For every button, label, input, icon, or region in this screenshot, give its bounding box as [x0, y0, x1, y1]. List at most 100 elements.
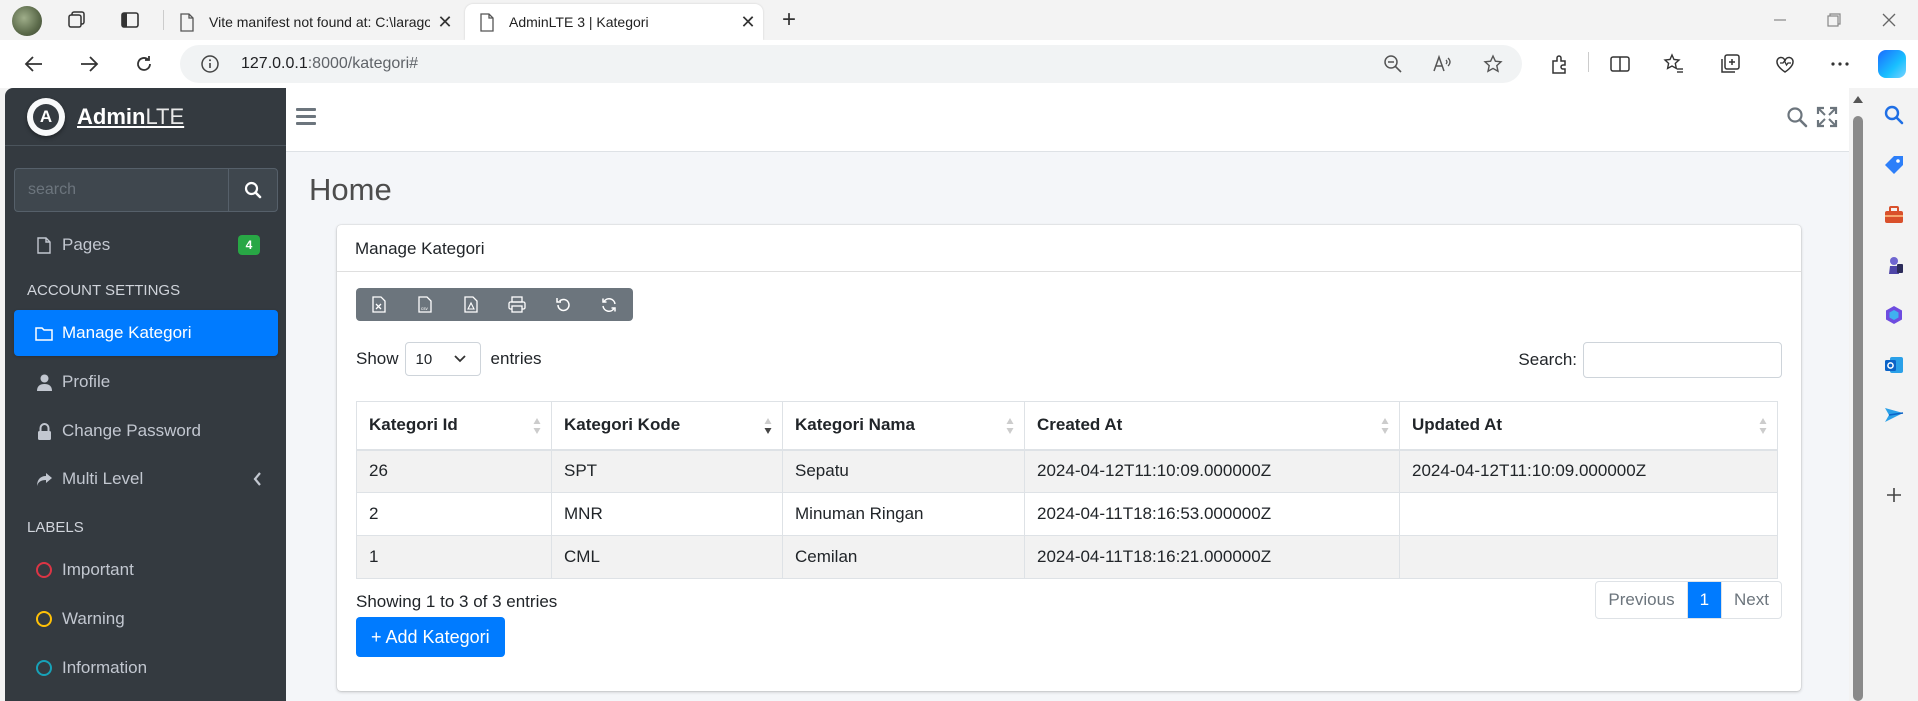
cell-updated-at — [1399, 535, 1778, 579]
extensions-icon[interactable] — [1548, 52, 1572, 76]
sidebar-item-label: Manage Kategori — [62, 323, 192, 342]
send-icon[interactable] — [1883, 404, 1905, 426]
entries-select[interactable]: 10 — [404, 342, 481, 376]
sidebar-search-input[interactable] — [14, 168, 228, 212]
sidebar-item-manage-kategori[interactable]: Manage Kategori — [14, 310, 278, 356]
sidebar-item-label: Pages — [62, 235, 111, 254]
sync-icon — [602, 297, 616, 312]
refresh-icon[interactable] — [132, 52, 156, 76]
sidebar-item-label: Important — [62, 560, 134, 579]
file-excel-icon — [372, 296, 386, 313]
close-tab-icon[interactable]: ✕ — [733, 12, 763, 33]
back-icon[interactable] — [22, 52, 46, 76]
cell-kategori-nama: Cemilan — [782, 535, 1025, 579]
circle-info-icon — [34, 660, 54, 676]
scrollbar-thumb[interactable] — [1853, 116, 1863, 701]
search-icon[interactable] — [1883, 104, 1905, 126]
read-aloud-icon[interactable] — [1432, 54, 1452, 74]
restore-icon[interactable] — [1822, 8, 1846, 32]
sort-icon — [533, 418, 541, 434]
favorite-star-icon[interactable] — [1483, 54, 1503, 74]
reload-button[interactable] — [586, 288, 632, 321]
brand-link[interactable]: A AdminLTE — [5, 88, 286, 146]
close-window-icon[interactable] — [1877, 8, 1901, 32]
sidebar-item-profile[interactable]: Profile — [14, 359, 278, 405]
previous-page-button[interactable]: Previous — [1596, 582, 1688, 618]
copilot-icon[interactable] — [1878, 50, 1906, 78]
table-row[interactable]: 1 CML Cemilan 2024-04-11T18:16:21.000000… — [356, 535, 1778, 579]
zoom-out-icon[interactable] — [1383, 54, 1403, 74]
cell-kategori-id: 1 — [356, 535, 552, 579]
search-icon — [244, 181, 262, 199]
tab-adminlte-kategori[interactable]: AdminLTE 3 | Kategori ✕ — [465, 4, 763, 40]
new-tab-icon[interactable]: + — [778, 6, 800, 33]
workspaces-icon[interactable] — [66, 9, 88, 31]
sidebar-item-label: Change Password — [62, 421, 201, 440]
page-title: Home — [309, 172, 392, 207]
site-info-icon[interactable] — [200, 54, 220, 74]
forward-icon[interactable] — [77, 52, 101, 76]
scroll-up-icon[interactable] — [1853, 96, 1863, 103]
outlook-icon[interactable] — [1883, 354, 1905, 376]
column-header-updated-at[interactable]: Updated At — [1399, 401, 1778, 451]
tools-icon[interactable] — [1883, 204, 1905, 226]
column-header-kategori-id[interactable]: Kategori Id — [356, 401, 552, 451]
csv-export-button[interactable]: csv — [402, 288, 448, 321]
address-bar[interactable]: 127.0.0.1:8000/kategori# — [180, 45, 1522, 83]
more-menu-icon[interactable] — [1828, 52, 1852, 76]
search-label: Search: — [1518, 350, 1577, 369]
page-icon — [180, 12, 194, 32]
browser-essentials-icon[interactable] — [1773, 52, 1797, 76]
minimize-icon[interactable] — [1768, 8, 1792, 32]
hamburger-menu-icon[interactable] — [296, 108, 316, 126]
print-icon — [508, 296, 526, 313]
add-icon[interactable] — [1883, 484, 1905, 506]
sidebar-item-multi-level[interactable]: Multi Level — [14, 456, 278, 502]
table-search-input[interactable] — [1583, 342, 1782, 378]
close-tab-icon[interactable]: ✕ — [430, 12, 460, 33]
sidebar-item-label: Profile — [62, 372, 111, 391]
excel-export-button[interactable] — [356, 288, 402, 321]
add-kategori-button[interactable]: + Add Kategori — [356, 617, 505, 657]
split-screen-icon[interactable] — [1608, 52, 1632, 76]
favorites-icon[interactable] — [1662, 52, 1686, 76]
sidebar-item-pages[interactable]: Pages 4 — [14, 222, 278, 268]
vertical-tabs-icon[interactable] — [119, 9, 141, 31]
microsoft-365-icon[interactable] — [1883, 304, 1905, 326]
next-page-button[interactable]: Next — [1722, 582, 1781, 618]
cell-kategori-nama: Sepatu — [782, 449, 1025, 493]
page-scrollbar[interactable] — [1849, 88, 1868, 701]
sidebar-item-warning[interactable]: Warning — [14, 596, 278, 642]
table-info: Showing 1 to 3 of 3 entries — [356, 592, 558, 611]
fullscreen-icon[interactable] — [1816, 106, 1838, 128]
section-header-account: ACCOUNT SETTINGS — [27, 282, 181, 299]
sidebar-item-change-password[interactable]: Change Password — [14, 408, 278, 454]
page-1-button[interactable]: 1 — [1687, 582, 1723, 618]
print-button[interactable] — [494, 288, 540, 321]
pages-count-badge: 4 — [238, 235, 260, 255]
cell-created-at: 2024-04-12T11:10:09.000000Z — [1024, 449, 1400, 493]
column-header-created-at[interactable]: Created At — [1024, 401, 1400, 451]
table-row[interactable]: 26 SPT Sepatu 2024-04-12T11:10:09.000000… — [356, 449, 1778, 493]
pdf-export-button[interactable] — [448, 288, 494, 321]
pagination: Previous 1 Next — [1595, 581, 1782, 619]
profile-avatar[interactable] — [12, 6, 42, 36]
tab-title: Vite manifest not found at: C:\laragon\w… — [209, 14, 430, 30]
card-title: Manage Kategori — [337, 225, 1801, 272]
table-row[interactable]: 2 MNR Minuman Ringan 2024-04-11T18:16:53… — [356, 492, 1778, 536]
tab-vite-manifest[interactable]: Vite manifest not found at: C:\laragon\w… — [165, 4, 460, 40]
search-icon[interactable] — [1786, 106, 1808, 128]
folder-icon — [34, 326, 54, 341]
sidebar-item-important[interactable]: Important — [14, 547, 278, 593]
reset-button[interactable] — [540, 288, 586, 321]
column-header-kategori-kode[interactable]: Kategori Kode — [551, 401, 783, 451]
sidebar-item-label: Warning — [62, 609, 125, 628]
edge-sidebar — [1868, 88, 1918, 701]
search-button[interactable] — [228, 168, 278, 212]
collections-icon[interactable] — [1718, 52, 1742, 76]
games-icon[interactable] — [1883, 254, 1905, 276]
column-header-kategori-nama[interactable]: Kategori Nama — [782, 401, 1025, 451]
sidebar-item-information[interactable]: Information — [14, 645, 278, 691]
shopping-tag-icon[interactable] — [1883, 154, 1905, 176]
cell-kategori-kode: CML — [551, 535, 783, 579]
